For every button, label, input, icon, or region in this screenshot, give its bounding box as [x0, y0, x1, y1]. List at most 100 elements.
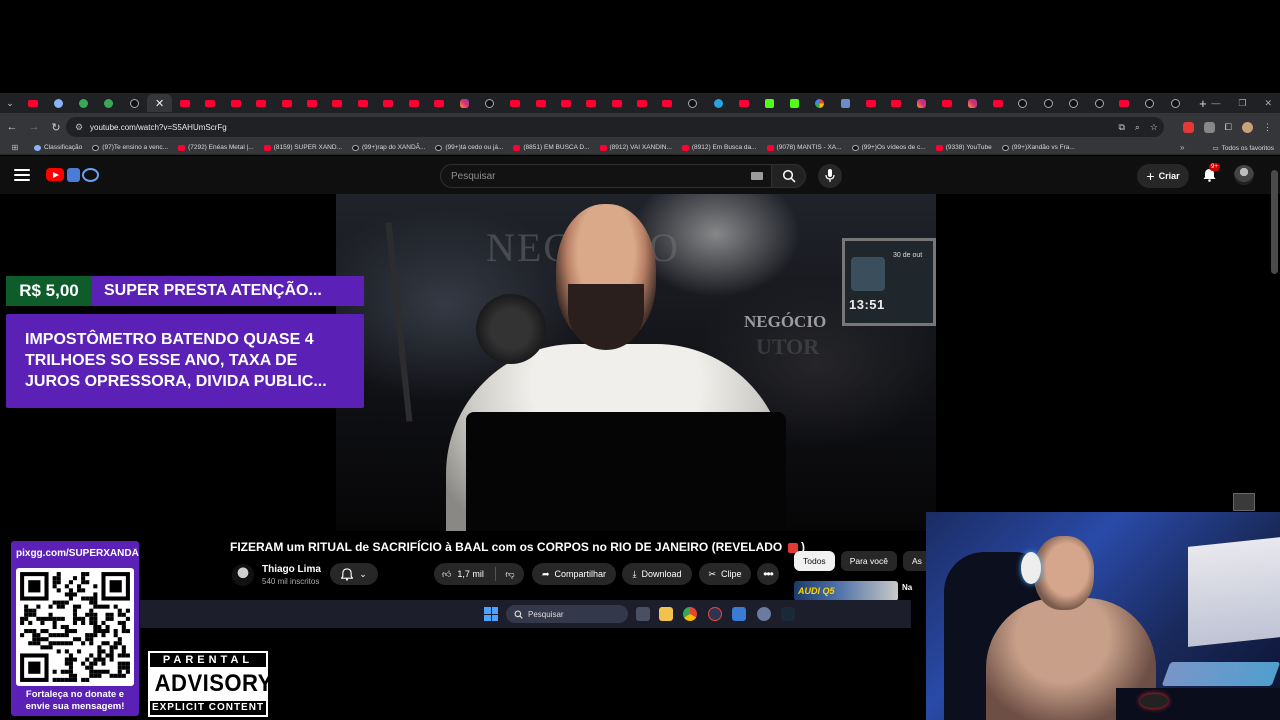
browser-tab[interactable]: [883, 94, 908, 112]
bookmark-star-icon[interactable]: ☆: [1150, 122, 1158, 133]
browser-tab[interactable]: [401, 94, 426, 112]
browser-tab[interactable]: [375, 94, 400, 112]
chrome-icon[interactable]: [683, 607, 697, 621]
bookmark-item[interactable]: (99+)tá cedo ou já...: [431, 144, 509, 151]
site-info-icon[interactable]: ⚙: [70, 120, 88, 134]
browser-tab[interactable]: [198, 94, 223, 112]
browser-tab[interactable]: [629, 94, 654, 112]
page-scrollbar[interactable]: [1271, 170, 1278, 274]
browser-tab[interactable]: [833, 94, 858, 112]
obs-icon[interactable]: [708, 607, 722, 621]
browser-tab[interactable]: [249, 94, 274, 112]
browser-tab[interactable]: [172, 94, 197, 112]
subscribed-bell-button[interactable]: ⌄: [330, 563, 378, 585]
app-icon[interactable]: [732, 607, 746, 621]
zoom-icon[interactable]: ⌕: [1135, 122, 1140, 133]
extension-icon[interactable]: [1203, 121, 1215, 133]
browser-tab[interactable]: [1112, 94, 1137, 112]
browser-menu-icon[interactable]: ⋮: [1263, 122, 1272, 133]
profile-avatar-icon[interactable]: [1242, 121, 1253, 133]
file-explorer-icon[interactable]: [659, 607, 673, 621]
minimize-icon[interactable]: —: [1211, 98, 1220, 108]
browser-tab[interactable]: [959, 94, 984, 112]
youtube-logo-icon[interactable]: [46, 168, 64, 181]
browser-tab[interactable]: [553, 94, 578, 112]
bookmark-item[interactable]: (9338) YouTube: [932, 144, 998, 151]
browser-tab[interactable]: [680, 94, 705, 112]
browser-tab[interactable]: [477, 94, 502, 112]
install-app-icon[interactable]: ⧉: [1118, 122, 1124, 133]
back-button[interactable]: ←: [2, 117, 22, 137]
channel-avatar[interactable]: [232, 564, 254, 586]
clip-button[interactable]: ✂ Clipe: [699, 563, 751, 585]
windows-start-icon[interactable]: [484, 607, 498, 621]
recommendation-title[interactable]: Na: [902, 583, 912, 592]
browser-tab[interactable]: [909, 94, 934, 112]
video-player[interactable]: NEGÓCIO NEGÓCIO UTOR 30 de out 13:51: [336, 194, 936, 531]
browser-tab[interactable]: [45, 94, 70, 112]
browser-tab[interactable]: [122, 94, 147, 112]
browser-tab[interactable]: [604, 94, 629, 112]
url-text[interactable]: youtube.com/watch?v=S5AHUmScrFg: [90, 123, 227, 132]
browser-tab[interactable]: [20, 94, 45, 112]
more-actions-button[interactable]: •••: [757, 563, 779, 585]
settings-icon[interactable]: [757, 607, 771, 621]
reload-button[interactable]: ↻: [46, 117, 66, 137]
bookmark-item[interactable]: (8912) VAI XANDIN...: [596, 144, 678, 151]
keyboard-icon[interactable]: [751, 172, 763, 180]
browser-tab[interactable]: [807, 94, 832, 112]
task-view-icon[interactable]: [636, 607, 650, 621]
browser-tab[interactable]: [1010, 94, 1035, 112]
bookmark-item[interactable]: Classificação: [30, 144, 88, 151]
voice-search-button[interactable]: [818, 164, 842, 188]
browser-tab[interactable]: [782, 94, 807, 112]
bookmark-item[interactable]: (99+)Os vídeos de c...: [848, 144, 932, 151]
omnibox[interactable]: ⚙ youtube.com/watch?v=S5AHUmScrFg ⧉ ⌕ ☆: [66, 117, 1164, 137]
bookmark-item[interactable]: (99+)Xandão vs Fra...: [998, 144, 1081, 151]
browser-tab[interactable]: [1137, 94, 1162, 112]
like-button[interactable]: 👍︎ 1,7 mil: [434, 567, 496, 581]
download-button[interactable]: ⤓ Download: [622, 563, 692, 585]
bookmarks-overflow-button[interactable]: »: [1180, 141, 1184, 155]
browser-tab[interactable]: [299, 94, 324, 112]
browser-tab[interactable]: [426, 94, 451, 112]
browser-tab[interactable]: [655, 94, 680, 112]
youtube-doodle-logo[interactable]: [67, 168, 99, 182]
browser-tab[interactable]: [1061, 94, 1086, 112]
taskbar-search[interactable]: Pesquisar: [506, 605, 628, 623]
tab-search-dropdown-icon[interactable]: ⌄: [0, 93, 20, 113]
bookmark-item[interactable]: (9078) MANTIS - XA...: [763, 144, 848, 151]
browser-tab[interactable]: [1163, 94, 1188, 112]
close-tab-icon[interactable]: ✕: [155, 97, 164, 110]
browser-tab[interactable]: [452, 94, 477, 112]
browser-tab[interactable]: [731, 94, 756, 112]
browser-tab[interactable]: [274, 94, 299, 112]
account-avatar[interactable]: [1234, 165, 1254, 185]
browser-tab[interactable]: [71, 94, 96, 112]
forward-button[interactable]: →: [24, 117, 44, 137]
filter-chip[interactable]: Todos: [794, 551, 835, 571]
guide-menu-icon[interactable]: [14, 166, 30, 184]
search-button[interactable]: [772, 164, 806, 188]
recommendation-thumbnail[interactable]: AUDI Q5: [794, 581, 898, 601]
channel-name[interactable]: Thiago Lima: [262, 564, 321, 575]
bookmark-item[interactable]: (97)Te ensino a venc...: [88, 144, 174, 151]
browser-tab[interactable]: ✕: [146, 94, 173, 112]
extensions-puzzle-icon[interactable]: ⧠: [1225, 122, 1232, 133]
extension-icon[interactable]: [1182, 121, 1194, 133]
browser-tab[interactable]: [502, 94, 527, 112]
bookmark-item[interactable]: (7292) Enéas Metal |...: [174, 144, 260, 151]
browser-tab[interactable]: [756, 94, 781, 112]
browser-tab[interactable]: [325, 94, 350, 112]
create-button[interactable]: + Criar: [1137, 164, 1189, 188]
share-button[interactable]: ➦ Compartilhar: [532, 563, 616, 585]
maximize-icon[interactable]: ❐: [1238, 98, 1246, 109]
browser-tab[interactable]: [1086, 94, 1111, 112]
bookmark-item[interactable]: (8912) Em Busca da...: [678, 144, 763, 151]
browser-tab[interactable]: [985, 94, 1010, 112]
close-window-icon[interactable]: ✕: [1264, 98, 1272, 109]
steam-icon[interactable]: [781, 607, 795, 621]
browser-tab[interactable]: [858, 94, 883, 112]
all-bookmarks-button[interactable]: ▭ Todos os favoritos: [1212, 141, 1274, 155]
browser-tab[interactable]: [1036, 94, 1061, 112]
